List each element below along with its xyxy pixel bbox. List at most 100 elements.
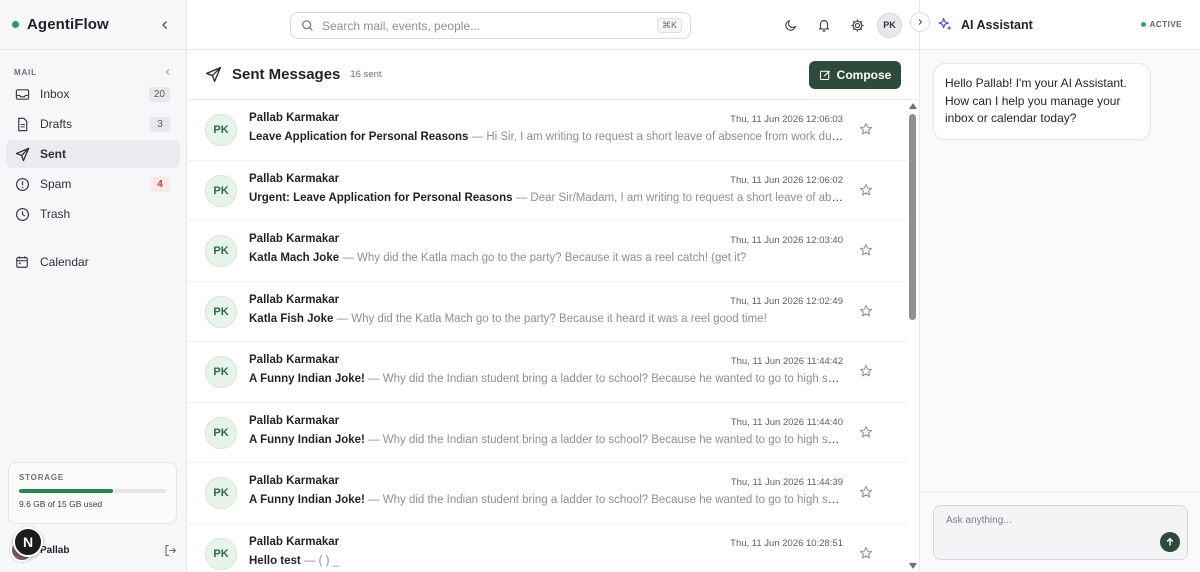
message-snippet: Why did the Indian student bring a ladde…	[382, 433, 843, 446]
star-button[interactable]	[859, 425, 873, 439]
sender-avatar: PK	[205, 235, 237, 267]
star-button[interactable]	[859, 364, 873, 378]
profile-avatar-button[interactable]: PK	[877, 12, 902, 38]
message-preview: Urgent: Leave Application for Personal R…	[249, 192, 843, 204]
toggle-assistant-button[interactable]	[910, 12, 930, 32]
scroll-down-arrow[interactable]	[909, 563, 917, 569]
message-separator: —	[364, 373, 383, 385]
sidebar-item-trash[interactable]: Trash	[6, 200, 180, 228]
search-icon	[302, 20, 313, 31]
star-icon	[859, 304, 873, 316]
search-input[interactable]	[322, 18, 657, 33]
message-subject: A Funny Indian Joke!	[249, 433, 365, 446]
sidebar-item-sent[interactable]: Sent	[6, 140, 180, 168]
message-subject: Hello test	[249, 554, 301, 567]
star-button[interactable]	[859, 546, 873, 560]
drafts-count-badge: 3	[150, 116, 170, 132]
message-row[interactable]: PK Pallab Karmakar Thu, 11 Jun 2026 11:44:…	[187, 463, 907, 524]
scrollbar[interactable]	[907, 100, 919, 572]
message-separator: —	[364, 494, 383, 506]
collapse-section-button[interactable]	[164, 68, 172, 76]
message-preview: Katla Fish Joke — Why did the Katla Mach…	[249, 313, 843, 325]
message-date: Thu, 11 Jun 2026 11:44:39	[730, 477, 843, 488]
mail-section-label: MAIL	[14, 67, 37, 77]
dark-mode-button[interactable]	[778, 12, 804, 38]
message-sender: Pallab Karmakar	[249, 112, 340, 124]
star-icon	[859, 244, 873, 256]
sidebar-item-inbox[interactable]: Inbox 20	[6, 80, 180, 108]
floating-n-badge[interactable]: N	[13, 527, 43, 557]
clock-icon	[14, 206, 30, 222]
message-row[interactable]: PK Pallab Karmakar Thu, 11 Jun 2026 10:28:…	[187, 524, 907, 572]
message-row[interactable]: PK Pallab Karmakar Thu, 11 Jun 2026 12:02:…	[187, 282, 907, 342]
star-icon	[859, 486, 873, 498]
collapse-sidebar-button[interactable]	[156, 16, 174, 34]
message-separator: —	[339, 252, 358, 264]
mail-nav: Inbox 20 Drafts 3 Sent Spam 4 Trash Cale…	[0, 80, 186, 276]
spam-count-badge: 4	[150, 176, 170, 192]
ai-assistant-panel: AI Assistant ACTIVE Hello Pallab! I'm yo…	[910, 0, 1200, 572]
message-snippet: Hi Sir, I am writing to request a short …	[486, 131, 843, 143]
message-snippet: Why did the Katla Mach go to the party? …	[351, 312, 767, 325]
chevron-left-icon	[165, 69, 170, 75]
sender-avatar: PK	[205, 295, 237, 328]
message-preview: A Funny Indian Joke! — Why did the India…	[249, 373, 843, 385]
gear-icon	[850, 18, 864, 32]
notifications-button[interactable]	[811, 12, 837, 38]
scroll-thumb[interactable]	[909, 114, 916, 320]
assistant-input-box[interactable]	[933, 505, 1188, 560]
search-bar[interactable]: ⌘K	[290, 12, 691, 39]
message-snippet: Why did the Indian student bring a ladde…	[382, 494, 843, 506]
search-shortcut: ⌘K	[656, 18, 682, 33]
brand-header: AgentiFlow	[0, 0, 186, 50]
message-date: Thu, 11 Jun 2026 12:06:02	[730, 174, 843, 186]
send-icon	[205, 66, 222, 83]
message-preview: A Funny Indian Joke! — Why did the India…	[249, 494, 843, 506]
sender-avatar: PK	[205, 537, 237, 570]
moon-icon	[785, 20, 796, 31]
star-button[interactable]	[859, 243, 873, 257]
main-content: ⌘K PK Sent Messages 16 sent Compose PK Pa…	[187, 0, 919, 572]
star-button[interactable]	[859, 304, 873, 318]
sidebar-item-calendar[interactable]: Calendar	[6, 248, 180, 276]
sender-avatar: PK	[205, 477, 237, 509]
arrow-up-icon	[1166, 537, 1174, 546]
message-row[interactable]: PK Pallab Karmakar Thu, 11 Jun 2026 12:03:…	[187, 221, 907, 282]
chevron-left-icon	[162, 20, 167, 29]
sidebar-item-drafts[interactable]: Drafts 3	[6, 110, 180, 138]
assistant-header: AI Assistant ACTIVE	[920, 0, 1200, 50]
sidebar-item-label: Sent	[40, 147, 67, 161]
message-row[interactable]: PK Pallab Karmakar Thu, 11 Jun 2026 11:44:…	[187, 403, 907, 463]
send-message-button[interactable]	[1160, 532, 1180, 552]
sidebar-item-label: Drafts	[40, 117, 73, 131]
star-button[interactable]	[859, 183, 873, 197]
message-preview: A Funny Indian Joke! — Why did the India…	[249, 434, 843, 446]
sidebar-item-label: Inbox	[40, 87, 70, 101]
calendar-icon	[14, 254, 30, 270]
sidebar-item-spam[interactable]: Spam 4	[6, 170, 180, 198]
alert-circle-icon	[14, 176, 30, 192]
send-icon	[14, 146, 30, 162]
scroll-up-arrow[interactable]	[909, 103, 917, 109]
message-row[interactable]: PK Pallab Karmakar Thu, 11 Jun 2026 12:06:…	[187, 100, 907, 161]
storage-progress-fill	[19, 489, 114, 493]
message-separator: —	[333, 312, 352, 325]
message-row[interactable]: PK Pallab Karmakar Thu, 11 Jun 2026 11:44:…	[187, 342, 907, 403]
message-sender: Pallab Karmakar	[249, 475, 340, 487]
message-separator: —	[300, 554, 319, 567]
compose-button[interactable]: Compose	[809, 60, 901, 89]
logout-button[interactable]	[164, 544, 177, 557]
settings-button[interactable]	[844, 12, 870, 38]
assistant-chat-input[interactable]	[946, 515, 1175, 533]
assistant-greeting-message: Hello Pallab! I'm your AI Assistant. How…	[933, 63, 1151, 140]
page-title: Sent Messages	[232, 66, 341, 83]
star-button[interactable]	[859, 122, 873, 136]
sender-avatar: PK	[205, 174, 237, 207]
message-subject: Katla Fish Joke	[249, 312, 334, 325]
storage-label: STORAGE	[19, 473, 65, 482]
storage-progress-bar	[19, 489, 166, 493]
star-button[interactable]	[859, 485, 873, 499]
bell-icon	[819, 20, 829, 32]
message-row[interactable]: PK Pallab Karmakar Thu, 11 Jun 2026 12:06:…	[187, 161, 907, 221]
